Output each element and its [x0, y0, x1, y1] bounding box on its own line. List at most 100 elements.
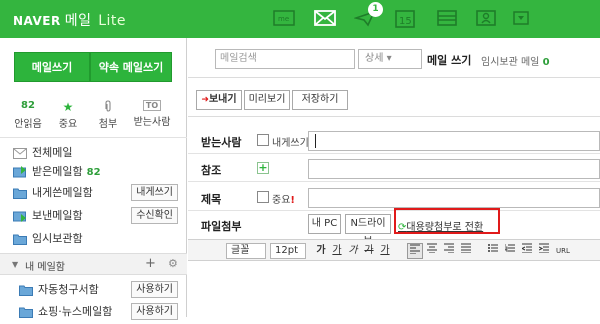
stat-recipient[interactable]: TO 받는사람 [132, 100, 172, 128]
write-mail-button[interactable]: 메일쓰기 [14, 52, 90, 82]
add-folder-icon[interactable]: + [145, 256, 156, 271]
important-text: 중요 [272, 195, 291, 206]
me-icon-label: me [278, 15, 289, 23]
stat-unread[interactable]: 82 안읽음 [8, 100, 48, 130]
search-detail-dropdown[interactable]: 상세 ▾ [358, 49, 422, 69]
folder-drafts[interactable]: 임시보관함 [10, 230, 182, 248]
send-button[interactable]: ➜보내기 [196, 90, 242, 110]
top-bar: NAVER 메일 Lite me 1 15 [0, 0, 600, 38]
stats-bar: 82 안읽음 ★ 중요 첨부 TO 받는사람 [0, 100, 187, 130]
recipient-row: 받는사람 내게쓰기 [188, 128, 600, 154]
folder-icon [13, 187, 27, 199]
recipient-label: 받는사람 [201, 136, 242, 149]
search-row: 메일검색 상세 ▾ 메일 쓰기 임시보관 메일 0 [188, 38, 600, 78]
folder-auto-bill[interactable]: 자동청구서함 사용하기 [16, 281, 182, 299]
subject-label: 제목 [201, 193, 222, 206]
page-title: 메일 쓰기 [427, 54, 472, 67]
divider [0, 137, 187, 138]
align-justify-icon[interactable] [458, 243, 474, 259]
folder-icon [19, 306, 33, 318]
arrow-right-icon: ➜ [201, 95, 209, 105]
use-button[interactable]: 사용하기 [131, 281, 178, 298]
folder-to-self[interactable]: 내게쓴메일함 내게쓰기 [10, 184, 182, 202]
send-label: 보내기 [208, 94, 237, 105]
brand-logo[interactable]: NAVER 메일 Lite [13, 10, 126, 30]
my-mailbox-header[interactable]: ▼ 내 메일함 + ⚙ [0, 253, 187, 275]
appointment-mail-button[interactable]: 약속 메일쓰기 [90, 52, 172, 82]
list-icon[interactable] [435, 8, 459, 28]
align-center-icon[interactable] [424, 243, 440, 259]
italic-button[interactable]: 가 [345, 243, 361, 259]
draft-label: 임시보관 메일 [481, 57, 540, 68]
calendar-day: 15 [399, 16, 412, 27]
stat-important-label: 중요 [58, 119, 78, 130]
ndrive-button[interactable]: N드라이브 [345, 214, 391, 247]
folder-label: 임시보관함 [32, 232, 83, 245]
read-receipt-button[interactable]: 수신확인 [131, 207, 178, 224]
align-right-icon[interactable] [441, 243, 457, 259]
paperclip-icon [88, 100, 128, 113]
compose-area: 메일검색 상세 ▾ 메일 쓰기 임시보관 메일 0 ➜보내기 미리보기 저장하기… [188, 38, 600, 317]
numbered-list-icon[interactable] [502, 243, 518, 259]
cc-add-icon[interactable]: + [257, 162, 269, 174]
editor-toolbar: 글꼴 12pt 가 가 가 가 가 URL [188, 239, 600, 261]
important-checkbox[interactable] [257, 191, 269, 203]
font-select[interactable]: 글꼴 [226, 243, 266, 259]
contacts-icon[interactable] [474, 8, 498, 28]
notification-badge: 1 [368, 2, 383, 17]
my-pc-button[interactable]: 내 PC [308, 214, 341, 234]
brand-lite: Lite [98, 13, 126, 29]
attachment-label: 파일첨부 [201, 220, 242, 233]
bold-button[interactable]: 가 [313, 243, 329, 259]
mail-icon[interactable] [313, 8, 337, 28]
collapse-arrow-icon[interactable]: ▼ [12, 260, 18, 269]
save-draft-button[interactable]: 저장하기 [292, 90, 348, 110]
bullet-list-icon[interactable] [485, 243, 501, 259]
calendar-icon[interactable]: 15 [393, 8, 417, 28]
folder-shopping-news[interactable]: 쇼핑·뉴스메일함 사용하기 [16, 303, 182, 321]
to-icon: TO [143, 100, 161, 111]
folder-label: 전체메일 [32, 146, 73, 159]
envelope-icon [13, 147, 27, 159]
cc-input[interactable] [308, 159, 600, 179]
stat-important[interactable]: ★ 중요 [48, 100, 88, 130]
write-to-self-button[interactable]: 내게쓰기 [131, 184, 178, 201]
to-self-label: 내게쓰기 [272, 138, 309, 149]
outdent-icon[interactable] [519, 243, 535, 259]
underline-button[interactable]: 가 [329, 243, 345, 259]
indent-icon[interactable] [536, 243, 552, 259]
unread-count: 82 [21, 100, 35, 111]
subject-input[interactable] [308, 188, 600, 208]
folder-label: 보낸메일함 [32, 209, 83, 222]
draft-count: 0 [542, 57, 550, 68]
to-self-checkbox[interactable] [257, 134, 269, 146]
folder-label: 받은메일함 82 [32, 163, 101, 182]
folder-sent[interactable]: 보낸메일함 수신확인 [10, 207, 182, 225]
my-mailbox-label: 내 메일함 [25, 262, 65, 273]
stat-attachment[interactable]: 첨부 [88, 100, 128, 130]
use-button[interactable]: 사용하기 [131, 303, 178, 320]
me-icon[interactable]: me [272, 8, 296, 28]
font-color-button[interactable]: 가 [377, 243, 393, 259]
strikethrough-button[interactable]: 가 [361, 243, 377, 259]
dropdown-icon[interactable] [509, 8, 533, 28]
preview-button[interactable]: 미리보기 [244, 90, 290, 110]
sidebar: 메일쓰기 약속 메일쓰기 82 안읽음 ★ 중요 첨부 TO 받는사람 전체메일… [0, 38, 187, 320]
cc-row: 참조 + [188, 156, 600, 182]
url-link-button[interactable]: URL [553, 243, 573, 259]
highlight-box [394, 208, 500, 234]
inbox-count: 82 [86, 167, 101, 178]
action-buttons: ➜보내기 미리보기 저장하기 [188, 79, 600, 117]
important-label: 중요! [272, 191, 295, 206]
align-left-icon[interactable] [407, 243, 423, 259]
message-body-editor[interactable] [188, 261, 600, 317]
font-size-select[interactable]: 12pt [270, 243, 306, 259]
gear-icon[interactable]: ⚙ [168, 257, 178, 270]
folder-all-mail[interactable]: 전체메일 [10, 144, 182, 162]
recipient-input[interactable] [308, 131, 600, 151]
draft-link[interactable]: 임시보관 메일 0 [481, 53, 550, 68]
folder-inbox[interactable]: 받은메일함 82 [10, 163, 182, 181]
brand-naver: NAVER [13, 14, 61, 28]
folder-icon [13, 233, 27, 245]
search-input[interactable]: 메일검색 [215, 49, 355, 69]
